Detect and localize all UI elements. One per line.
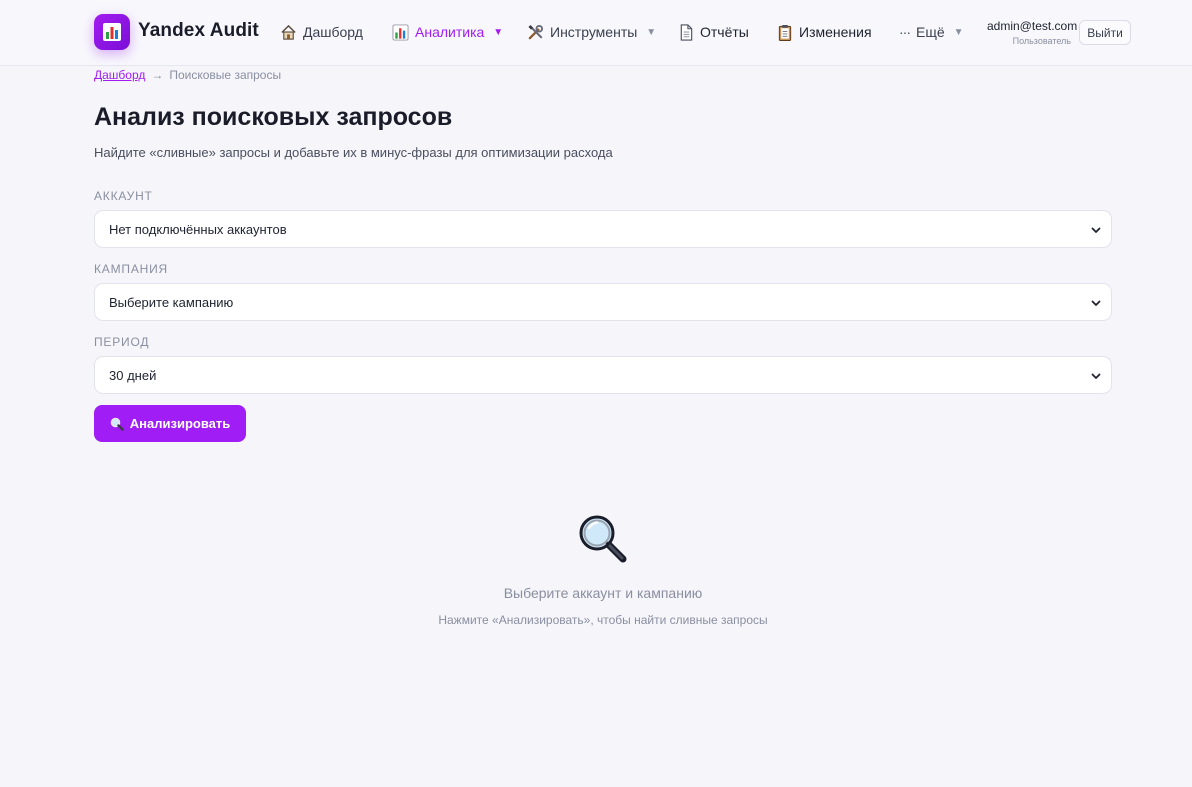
chevron-down-icon: ▼ bbox=[646, 26, 657, 38]
breadcrumb-home-link[interactable]: Дашборд bbox=[94, 68, 145, 82]
empty-state-hint: Нажмите «Анализировать», чтобы найти сли… bbox=[438, 613, 768, 627]
chevron-down-icon: ▼ bbox=[953, 26, 964, 38]
account-select[interactable]: Нет подключённых аккаунтов bbox=[94, 210, 1112, 248]
chevron-down-icon bbox=[1091, 227, 1101, 233]
chevron-down-icon bbox=[1091, 300, 1101, 306]
page-title: Анализ поисковых запросов bbox=[94, 103, 453, 131]
analyze-button[interactable]: Анализировать bbox=[94, 405, 246, 442]
document-icon bbox=[680, 23, 693, 41]
nav-item-tools[interactable]: Инструменты ▼ bbox=[527, 21, 656, 43]
ellipsis-icon: ··· bbox=[899, 24, 911, 40]
bar-chart-icon bbox=[392, 23, 409, 41]
tools-icon bbox=[528, 24, 544, 39]
empty-state-title: Выберите аккаунт и кампанию bbox=[503, 585, 703, 601]
nav-item-label: Дашборд bbox=[303, 24, 363, 40]
analyze-button-label: Анализировать bbox=[129, 416, 231, 431]
account-select-value: Нет подключённых аккаунтов bbox=[109, 221, 287, 237]
breadcrumb-separator: → bbox=[151, 68, 164, 82]
account-label: Аккаунт bbox=[94, 189, 153, 203]
nav-item-more[interactable]: ··· Ещё ▼ bbox=[899, 21, 964, 43]
campaign-select[interactable]: Выберите кампанию bbox=[94, 283, 1112, 321]
user-role: Пользователь bbox=[1012, 36, 1071, 46]
brand-name[interactable]: Yandex Audit bbox=[138, 20, 259, 42]
chevron-down-icon bbox=[1091, 373, 1101, 379]
magnifier-icon bbox=[579, 515, 627, 563]
nav-item-changes[interactable]: Изменения bbox=[777, 21, 872, 43]
bar-chart-icon bbox=[103, 23, 121, 41]
chevron-down-icon: ▼ bbox=[493, 26, 504, 38]
user-email: admin@test.com bbox=[987, 19, 1078, 33]
nav-item-reports[interactable]: Отчёты bbox=[678, 21, 749, 43]
nav-item-label: Изменения bbox=[799, 24, 872, 40]
house-icon bbox=[281, 24, 296, 40]
nav-item-label: Ещё bbox=[916, 24, 945, 40]
logo[interactable] bbox=[94, 14, 130, 50]
period-select-value: 30 дней bbox=[109, 367, 157, 383]
page-subtitle: Найдите «сливные» запросы и добавьте их … bbox=[94, 145, 613, 160]
period-select[interactable]: 30 дней bbox=[94, 356, 1112, 394]
nav-item-label: Отчёты bbox=[700, 24, 749, 40]
logout-button[interactable]: Выйти bbox=[1079, 20, 1131, 45]
nav-item-label: Аналитика bbox=[415, 24, 485, 40]
campaign-label: Кампания bbox=[94, 262, 168, 276]
breadcrumb: Дашборд → Поисковые запросы bbox=[94, 68, 281, 82]
campaign-select-value: Выберите кампанию bbox=[109, 294, 234, 310]
nav-item-label: Инструменты bbox=[550, 24, 638, 40]
magnifier-icon bbox=[110, 417, 124, 431]
breadcrumb-current: Поисковые запросы bbox=[169, 68, 282, 82]
period-label: Период bbox=[94, 335, 150, 349]
clipboard-icon bbox=[778, 24, 792, 41]
nav-item-dashboard[interactable]: Дашборд bbox=[280, 21, 363, 43]
nav-item-analytics[interactable]: Аналитика ▼ bbox=[392, 21, 503, 43]
top-navbar: Yandex Audit Дашборд Аналитика ▼ Инструм… bbox=[0, 0, 1192, 66]
